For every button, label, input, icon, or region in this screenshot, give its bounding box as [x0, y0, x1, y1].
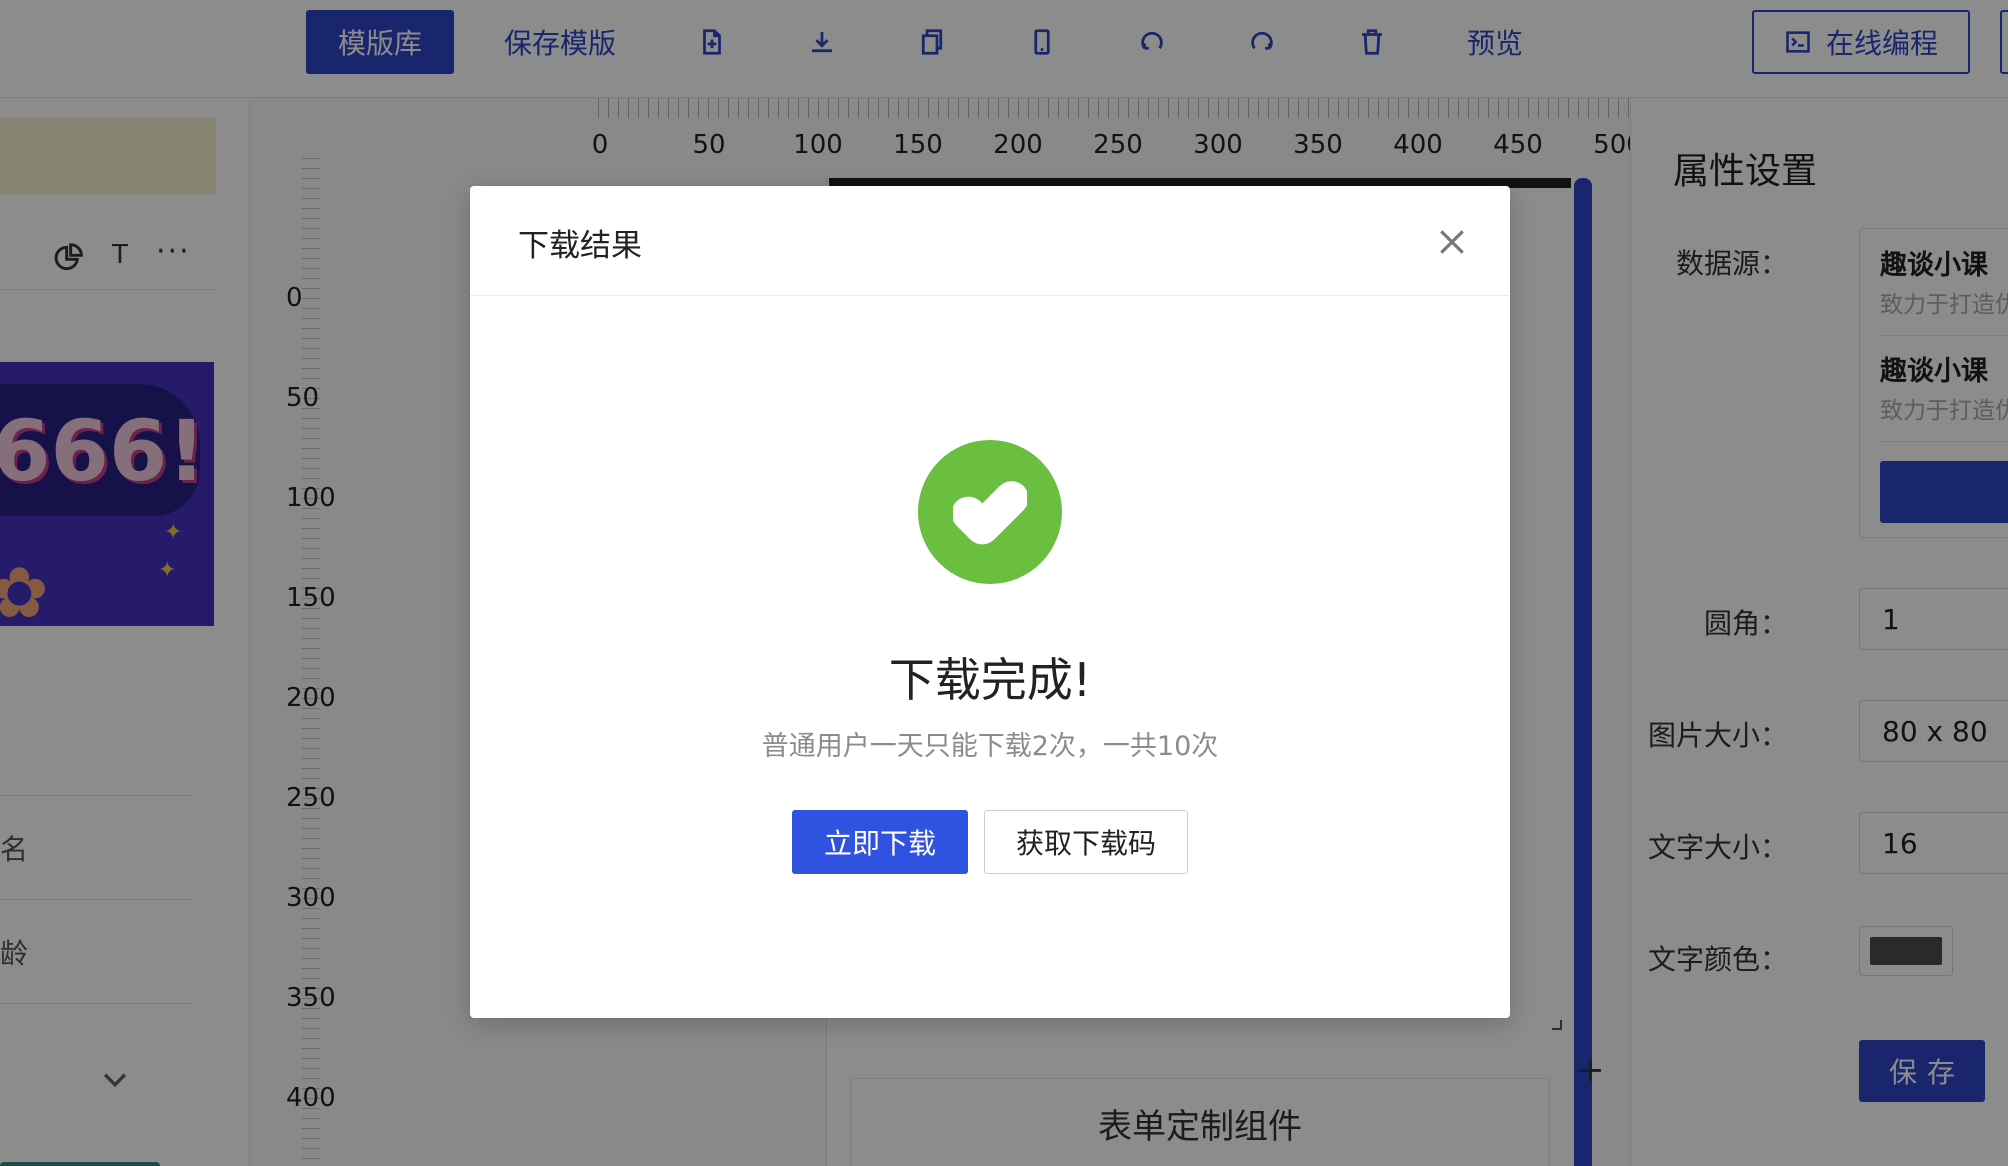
dialog-header: 下载结果: [470, 186, 1510, 296]
result-description: 普通用户一天只能下载2次，一共10次: [761, 731, 1219, 762]
success-check-icon: [918, 440, 1062, 584]
download-result-dialog: 下载结果 下载完成! 普通用户一天只能下载2次，一共10次 立即下载 获取下载码: [470, 186, 1510, 1018]
get-download-code-button[interactable]: 获取下载码: [984, 810, 1188, 874]
dialog-title: 下载结果: [518, 228, 642, 264]
close-icon[interactable]: [1436, 226, 1468, 258]
download-now-button[interactable]: 立即下载: [792, 810, 968, 874]
result-title: 下载完成!: [888, 653, 1092, 707]
